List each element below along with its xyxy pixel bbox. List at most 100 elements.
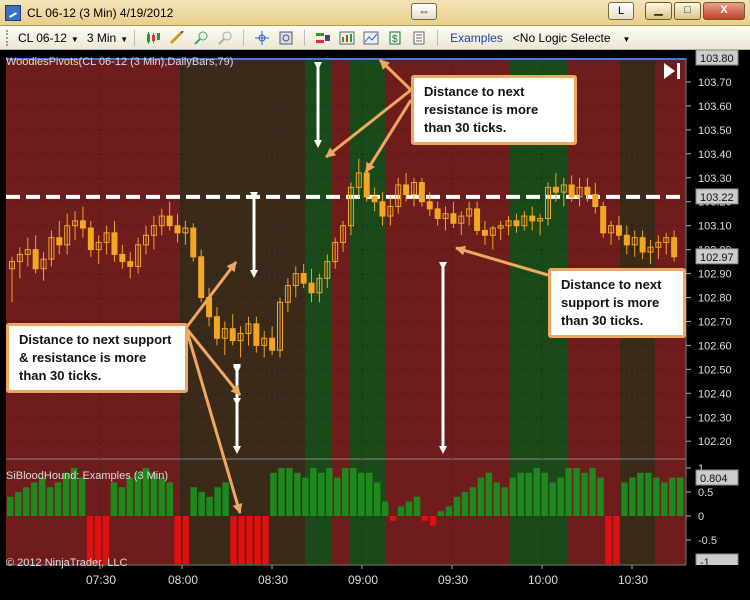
candle-body	[450, 213, 457, 224]
candle-body	[229, 328, 236, 342]
bloodhound-bar	[7, 496, 14, 516]
candle-body	[174, 225, 181, 234]
bloodhound-bar	[174, 516, 181, 564]
toolbar-divider	[243, 29, 245, 46]
candle-body	[529, 215, 536, 222]
instrument-dropdown[interactable]: CL 06-12 ▼	[18, 31, 79, 45]
window-title: CL 06-12 (3 Min) 4/19/2012	[27, 5, 174, 20]
data-box-icon[interactable]	[277, 30, 295, 46]
bloodhound-bar	[469, 487, 477, 516]
bloodhound-bar	[653, 477, 660, 516]
bloodhound-bar	[222, 482, 229, 516]
candle-body	[592, 194, 599, 208]
maximize-button[interactable]: □	[674, 2, 701, 20]
price-top-badge: 103.80	[700, 53, 734, 65]
candle-body	[481, 229, 488, 236]
bloodhound-bar	[373, 482, 381, 516]
bloodhound-bar	[286, 468, 293, 516]
lower-indicator-label: SiBloodHound: Examples (3 Min)	[6, 470, 169, 482]
bloodhound-bar	[158, 477, 166, 516]
y-tick-label: 103.50	[698, 125, 732, 137]
candle-body	[623, 234, 630, 246]
candle-body	[552, 186, 559, 193]
bloodhound-bar	[501, 487, 509, 516]
candle-body	[584, 186, 591, 196]
candle-body	[300, 273, 307, 284]
candle-body	[79, 220, 86, 229]
bloodhound-bar	[541, 472, 548, 516]
bloodhound-bar	[334, 477, 341, 516]
y-tick-label: 102.80	[698, 293, 732, 305]
examples-link[interactable]: Examples	[450, 31, 503, 45]
interval-dropdown[interactable]: 3 Min ▼	[87, 31, 128, 45]
support-resistance-callout: Distance to next support & resistance is…	[6, 323, 188, 393]
lower-tick-label: 0.5	[698, 487, 713, 499]
candle-body	[269, 337, 276, 351]
minimize-button[interactable]: ▁	[645, 2, 672, 20]
bloodhound-bar	[349, 468, 357, 516]
bloodhound-bar	[565, 468, 572, 516]
link-l-button[interactable]: L	[608, 2, 634, 20]
x-tick-label: 07:30	[86, 573, 116, 587]
crosshair-icon[interactable]	[253, 30, 271, 46]
candle-body	[56, 237, 63, 246]
chart-app-icon	[5, 4, 21, 21]
indicators-icon[interactable]	[338, 30, 356, 46]
chevron-down-icon: ▼	[120, 34, 129, 44]
bloodhound-bar	[557, 477, 564, 516]
zoom-in-icon[interactable]	[192, 30, 210, 46]
candle-body	[127, 261, 134, 267]
y-tick-label: 102.30	[698, 412, 732, 424]
candle-body	[639, 237, 646, 253]
bloodhound-bar	[46, 487, 54, 516]
support-callout: Distance to next support is more than 30…	[548, 268, 686, 338]
money-icon[interactable]: $	[386, 30, 404, 46]
pencil-draw-icon[interactable]	[168, 30, 186, 46]
bloodhound-bar	[118, 487, 126, 516]
y-tick-label: 103.60	[698, 101, 732, 113]
candle-body	[403, 184, 410, 196]
candle-body	[166, 215, 173, 227]
candle-body	[87, 227, 94, 251]
y-tick-label: 103.70	[698, 77, 732, 89]
bloodhound-bar	[485, 472, 493, 516]
bloodhound-bar	[669, 477, 676, 516]
candle-body	[32, 249, 39, 270]
candle-body	[568, 184, 575, 198]
bloodhound-bar	[461, 492, 469, 516]
bloodhound-bar	[246, 516, 253, 564]
candle-body	[379, 201, 386, 217]
bloodhound-bar	[389, 516, 397, 521]
bloodhound-bar	[381, 501, 389, 516]
properties-icon[interactable]	[410, 30, 428, 46]
resize-arrows-button[interactable]: ⇔	[411, 3, 437, 20]
candle-body	[190, 227, 197, 258]
close-button[interactable]: X	[703, 2, 745, 20]
candle-body	[363, 172, 370, 198]
candlestick-style-icon[interactable]	[144, 30, 162, 46]
bloodhound-bar	[397, 506, 405, 516]
bloodhound-bar	[637, 472, 644, 516]
bloodhound-bar	[533, 468, 540, 516]
bloodhound-bar	[166, 482, 174, 516]
bloodhound-bar	[589, 468, 596, 516]
bloodhound-bar	[573, 468, 580, 516]
y-tick-label: 102.90	[698, 269, 732, 281]
bloodhound-bar	[110, 482, 118, 516]
candle-body	[308, 282, 315, 294]
scroll-to-end-button[interactable]	[662, 62, 682, 80]
order-entry-icon[interactable]	[314, 30, 332, 46]
bloodhound-bar	[198, 492, 205, 516]
bloodhound-bar	[54, 482, 62, 516]
bloodhound-bar	[429, 516, 437, 526]
logic-dropdown[interactable]: <No Logic Selecte ▼	[513, 31, 631, 45]
toolbar-grip[interactable]	[6, 29, 10, 46]
bloodhound-bar	[206, 496, 213, 516]
bloodhound-bar	[182, 516, 189, 564]
zoom-out-icon[interactable]	[216, 30, 234, 46]
strategies-icon[interactable]	[362, 30, 380, 46]
bloodhound-bar	[509, 477, 516, 516]
bloodhound-bar	[437, 511, 445, 516]
candle-body	[426, 201, 433, 210]
bloodhound-bar	[597, 477, 604, 516]
